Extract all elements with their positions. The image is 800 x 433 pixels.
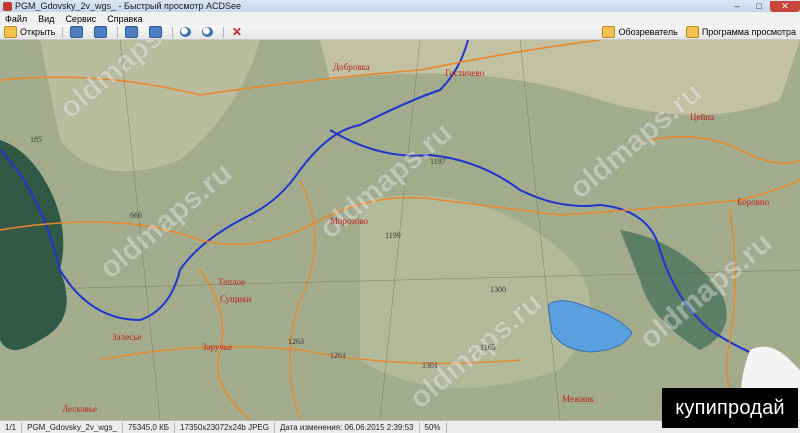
toolbar-separator (117, 26, 119, 38)
menu-file[interactable]: Файл (0, 14, 33, 24)
toolbar-separator (172, 26, 174, 38)
status-filesize: 75345,0 КБ (123, 421, 176, 433)
place-label: Гостичево (445, 68, 485, 78)
menu-view[interactable]: Вид (33, 14, 60, 24)
browser-icon (602, 26, 616, 38)
viewer-button-label: Программа просмотра (701, 27, 796, 37)
next-icon (94, 26, 108, 38)
zoom-in-button[interactable] (176, 25, 198, 39)
place-label: Сущики (220, 294, 251, 304)
status-page: 1/1 (0, 421, 23, 433)
place-label: Добровка (333, 62, 370, 72)
zoom-out-icon (202, 27, 214, 37)
lot-number: 1199 (385, 231, 401, 240)
status-modified: Дата изменения: 06.06.2015 2:39:53 (275, 421, 420, 433)
viewer-button[interactable]: Программа просмотра (682, 25, 800, 39)
delete-button[interactable]: ✕ (227, 25, 249, 39)
maximize-button[interactable]: □ (748, 1, 770, 12)
viewer-icon (685, 26, 699, 38)
lot-number: 1165 (480, 343, 496, 352)
place-label: Заручье (202, 342, 232, 352)
acdsee-app-icon (3, 1, 12, 11)
window-title: PGM_Gdovsky_2v_wgs_ - Быстрый просмотр A… (15, 1, 242, 11)
toolbar-separator (223, 26, 225, 38)
lot-number: 1197 (430, 157, 446, 166)
rotate-left-button[interactable] (121, 25, 145, 39)
map-canvas: oldmaps.ru oldmaps.ru oldmaps.ru oldmaps… (0, 40, 800, 420)
minimize-button[interactable]: – (726, 1, 748, 12)
kupiprodai-badge: купипродай (662, 388, 798, 428)
place-label: Лесковье (62, 404, 97, 414)
title-bar: PGM_Gdovsky_2v_wgs_ - Быстрый просмотр A… (0, 0, 800, 12)
next-image-button[interactable] (90, 25, 114, 39)
place-label: Боровно (737, 197, 770, 207)
menu-bar: Файл Вид Сервис Справка (0, 12, 800, 25)
lot-number: 666 (130, 211, 142, 220)
lot-number: 1301 (422, 361, 438, 370)
lot-number: 1261 (330, 351, 346, 360)
open-button-label: Открыть (20, 27, 56, 37)
lot-number: 1300 (490, 285, 506, 294)
rotate-right-icon (149, 26, 163, 38)
browser-button[interactable]: Обозреватель (598, 25, 681, 39)
previous-image-button[interactable] (66, 25, 90, 39)
place-label: Теплое (218, 277, 245, 287)
rotate-right-button[interactable] (145, 25, 169, 39)
menu-service[interactable]: Сервис (60, 14, 102, 24)
status-zoom: 50% (420, 421, 447, 433)
lot-number: 185 (30, 135, 42, 144)
place-label: Залесье (112, 332, 141, 342)
toolbar-separator (62, 26, 64, 38)
menu-help[interactable]: Справка (102, 14, 148, 24)
open-button[interactable]: Открыть (0, 25, 59, 39)
previous-icon (70, 26, 84, 38)
place-label: Морозово (330, 216, 368, 226)
delete-icon: ✕ (231, 25, 242, 39)
rotate-left-icon (125, 26, 139, 38)
zoom-out-button[interactable] (198, 25, 220, 39)
status-dimensions: 17350x23072x24b JPEG (175, 421, 275, 433)
map-image[interactable]: oldmaps.ru oldmaps.ru oldmaps.ru oldmaps… (0, 40, 800, 420)
browser-button-label: Обозреватель (618, 27, 678, 37)
status-filename: PGM_Gdovsky_2v_wgs_ (22, 421, 123, 433)
zoom-in-icon (180, 27, 192, 37)
toolbar: Открыть ✕ Обозреватель Программа просмот… (0, 25, 800, 40)
place-label: Межник (562, 394, 595, 404)
folder-icon (4, 26, 17, 38)
lot-number: 1263 (288, 337, 304, 346)
close-button[interactable]: ✕ (770, 0, 800, 12)
place-label: Цейна (690, 112, 714, 122)
